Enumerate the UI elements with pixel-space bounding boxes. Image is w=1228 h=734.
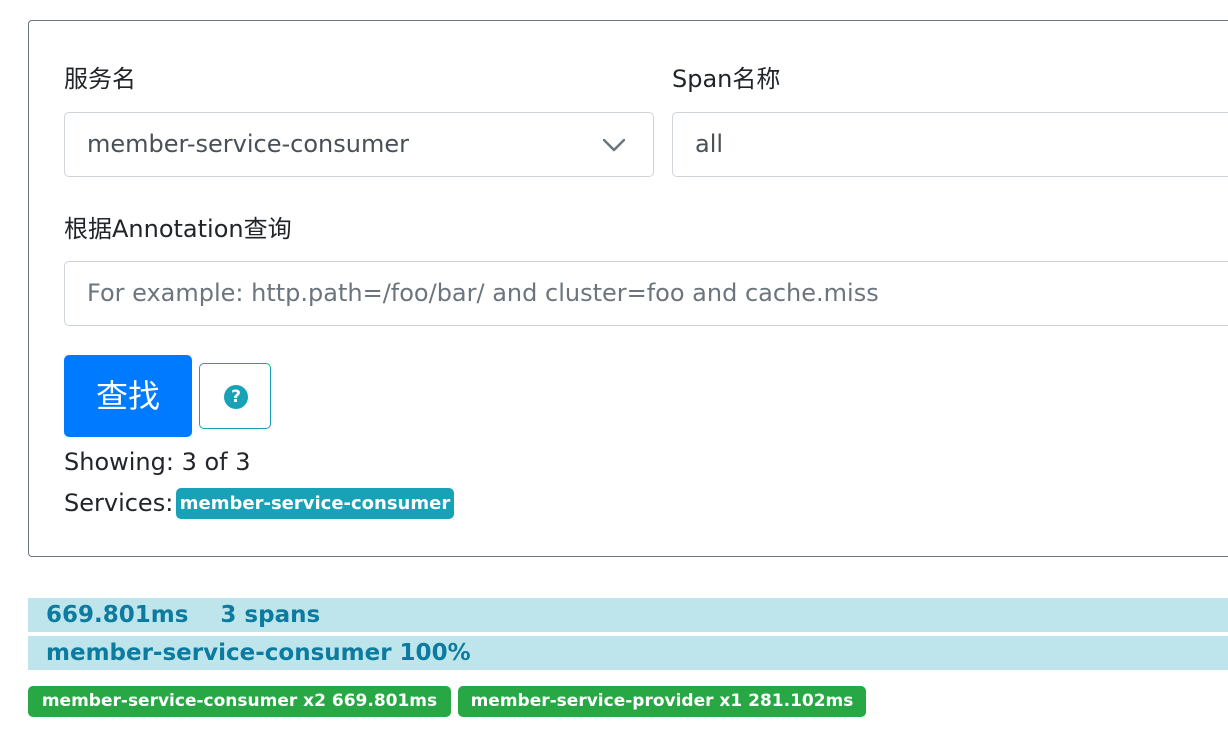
find-button[interactable]: 查找 [64, 355, 192, 437]
service-name-select[interactable]: member-service-consumer [64, 112, 654, 177]
service-name-value: member-service-consumer [87, 130, 409, 158]
service-badge: member-service-consumer [176, 488, 454, 519]
trace-span-count: 3 spans [220, 602, 321, 628]
annotation-query-label: 根据Annotation查询 [64, 215, 292, 243]
services-label: Services: [64, 489, 174, 517]
trace-summary-row[interactable]: 669.801ms 3 spans [28, 598, 1228, 632]
trace-service-badge-consumer: member-service-consumer x2 669.801ms [28, 686, 451, 717]
span-name-value: all [695, 130, 724, 158]
trace-service-badge-provider: member-service-provider x1 281.102ms [458, 686, 866, 717]
service-name-label: 服务名 [64, 65, 136, 93]
annotation-query-input[interactable]: For example: http.path=/foo/bar/ and clu… [64, 261, 1228, 326]
annotation-query-placeholder: For example: http.path=/foo/bar/ and clu… [87, 279, 879, 307]
question-circle-icon: ? [224, 385, 248, 409]
span-name-label: Span名称 [672, 65, 781, 93]
trace-service-bar[interactable]: member-service-consumer 100% [28, 636, 1228, 670]
chevron-down-icon [603, 139, 625, 152]
trace-duration: 669.801ms [46, 602, 189, 628]
trace-service-percent: member-service-consumer 100% [46, 640, 471, 666]
span-name-select[interactable]: all [672, 112, 1228, 177]
showing-count: Showing: 3 of 3 [64, 448, 251, 476]
help-button[interactable]: ? [199, 363, 271, 429]
